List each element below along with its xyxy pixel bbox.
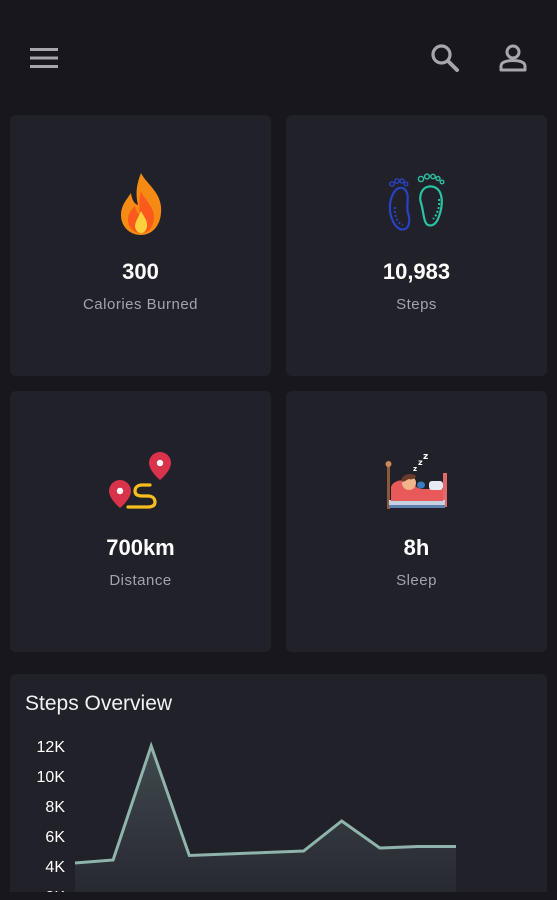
distance-value: 700km [106,535,175,560]
steps-label: Steps [396,296,437,313]
steps-card[interactable]: 10,983 Steps [286,115,547,376]
svg-text:z: z [413,465,417,473]
chart-area-fill [75,746,456,900]
screen-bottom-edge [0,892,557,900]
sleep-value: 8h [403,535,430,560]
y-tick-label: 8K [45,799,65,816]
steps-value: 10,983 [382,259,451,284]
distance-card[interactable]: 700km Distance [10,391,271,652]
calories-card[interactable]: 300 Calories Burned [10,115,271,376]
footprints-icon [286,171,547,237]
user-icon[interactable] [495,40,531,76]
y-tick-label: 6K [45,829,65,846]
svg-text:z: z [418,458,423,467]
steps-overview-card: Steps Overview 2K4K6K8K10K12K [10,674,547,900]
calories-value: 300 [122,259,159,284]
y-tick-label: 10K [37,769,66,786]
steps-chart: 2K4K6K8K10K12K [37,739,457,900]
hamburger-menu-icon[interactable] [26,40,62,76]
y-tick-label: 4K [45,859,65,876]
distance-label: Distance [109,572,172,589]
sleep-card[interactable]: z z z 8h Sleep [286,391,547,652]
search-icon[interactable] [427,40,463,76]
route-icon [10,447,271,513]
calories-label: Calories Burned [82,296,199,313]
sleeping-person-icon: z z z [286,447,547,513]
svg-text:z: z [423,452,428,462]
y-tick-label: 12K [37,739,66,756]
sleep-label: Sleep [396,572,437,589]
fire-icon [10,171,271,237]
top-app-bar [0,0,557,115]
